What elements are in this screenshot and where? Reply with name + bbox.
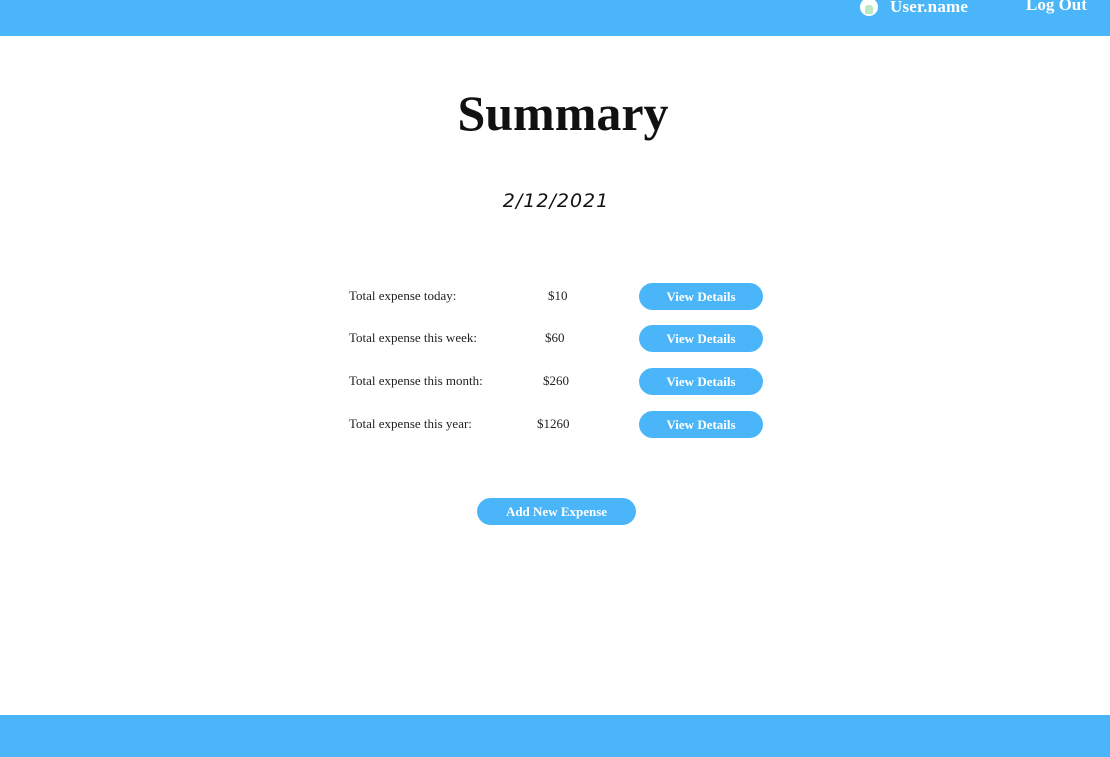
expense-row-week: Total expense this week: $60 View Detail…	[349, 325, 769, 353]
username-label: User.name	[890, 0, 969, 16]
expense-label: Total expense this week:	[349, 330, 477, 345]
footer-bar	[0, 715, 1110, 757]
add-new-expense-button[interactable]: Add New Expense	[477, 498, 636, 525]
expense-amount: $60	[545, 330, 565, 345]
current-date: 2/12/2021	[502, 190, 610, 212]
user-avatar-icon	[860, 0, 878, 16]
page-title: Summary	[457, 85, 669, 141]
expense-label: Total expense today:	[349, 288, 457, 303]
view-details-year-button[interactable]: View Details	[639, 411, 763, 438]
view-details-month-button[interactable]: View Details	[639, 368, 763, 395]
view-details-today-button[interactable]: View Details	[639, 283, 763, 310]
expense-row-month: Total expense this month: $260 View Deta…	[349, 368, 769, 396]
view-details-week-button[interactable]: View Details	[639, 325, 763, 352]
expense-amount: $1260	[537, 416, 570, 431]
expense-label: Total expense this year:	[349, 416, 472, 431]
user-menu[interactable]: User.name	[860, 0, 968, 18]
top-navigation-bar: User.name Log Out	[0, 0, 1110, 36]
logout-button[interactable]: Log Out	[1026, 0, 1087, 15]
expense-row-year: Total expense this year: $1260 View Deta…	[349, 411, 769, 439]
expense-amount: $260	[543, 373, 569, 388]
expense-row-today: Total expense today: $10 View Details	[349, 283, 769, 311]
expense-label: Total expense this month:	[349, 373, 483, 388]
expense-amount: $10	[548, 288, 568, 303]
